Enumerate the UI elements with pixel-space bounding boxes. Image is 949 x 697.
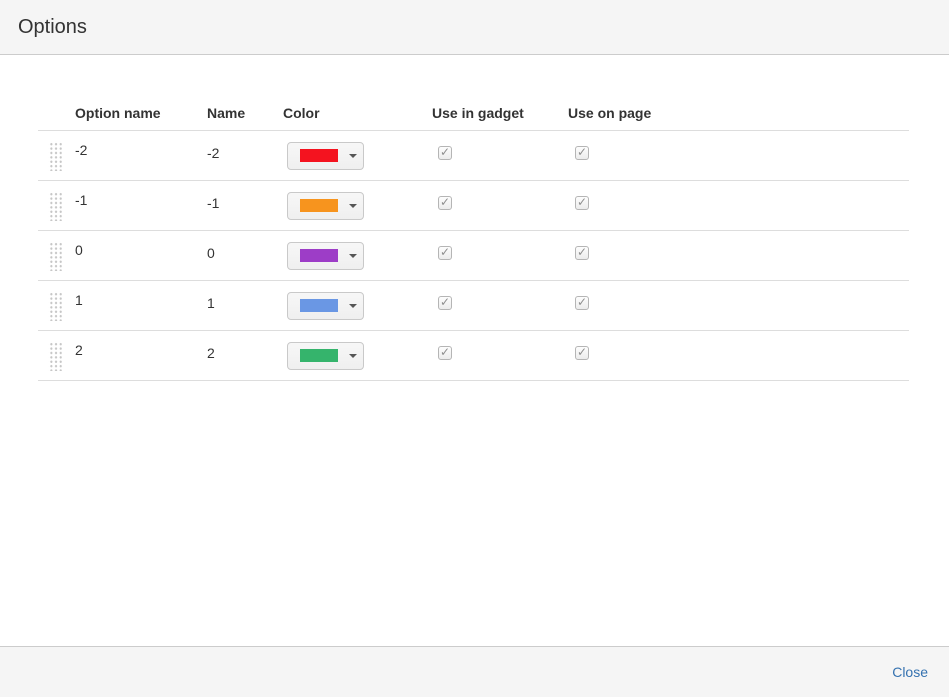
checkmark-icon: ✓ xyxy=(440,196,450,208)
option-name-value: -2 xyxy=(75,142,87,158)
checkmark-icon: ✓ xyxy=(577,146,587,158)
table-row: 1 1 ✓ ✓ xyxy=(38,281,909,331)
use-in-gadget-checkbox[interactable]: ✓ xyxy=(438,346,452,360)
drag-handle-icon[interactable] xyxy=(48,341,62,371)
table-row: -2 -2 ✓ ✓ xyxy=(38,131,909,181)
chevron-down-icon xyxy=(349,204,357,208)
color-swatch xyxy=(300,249,338,262)
chevron-down-icon xyxy=(349,254,357,258)
option-name-value: 1 xyxy=(75,292,83,308)
drag-handle-icon[interactable] xyxy=(48,191,62,221)
color-dropdown[interactable] xyxy=(287,142,364,170)
name-value: -2 xyxy=(207,145,219,161)
color-swatch xyxy=(300,199,338,212)
color-dropdown[interactable] xyxy=(287,242,364,270)
color-swatch xyxy=(300,149,338,162)
use-on-page-checkbox[interactable]: ✓ xyxy=(575,146,589,160)
use-in-gadget-checkbox[interactable]: ✓ xyxy=(438,246,452,260)
close-button[interactable]: Close xyxy=(892,664,928,680)
name-value: 1 xyxy=(207,295,215,311)
use-in-gadget-checkbox[interactable]: ✓ xyxy=(438,296,452,310)
color-dropdown[interactable] xyxy=(287,342,364,370)
column-header-name: Name xyxy=(207,105,283,131)
name-value: -1 xyxy=(207,195,219,211)
dialog-body: Option name Name Color Use in gadget Use… xyxy=(0,55,949,381)
option-name-value: 2 xyxy=(75,342,83,358)
page-title: Options xyxy=(18,16,87,39)
option-name-value: -1 xyxy=(75,192,87,208)
name-value: 2 xyxy=(207,345,215,361)
checkmark-icon: ✓ xyxy=(577,246,587,258)
column-header-use-in-gadget: Use in gadget xyxy=(432,105,568,131)
drag-handle-icon[interactable] xyxy=(48,291,62,321)
checkmark-icon: ✓ xyxy=(577,296,587,308)
use-on-page-checkbox[interactable]: ✓ xyxy=(575,246,589,260)
checkmark-icon: ✓ xyxy=(440,246,450,258)
column-header-use-on-page: Use on page xyxy=(568,105,909,131)
use-on-page-checkbox[interactable]: ✓ xyxy=(575,196,589,210)
dialog-footer: Close xyxy=(0,646,949,697)
color-dropdown[interactable] xyxy=(287,192,364,220)
column-header-option-name: Option name xyxy=(75,105,207,131)
table-header-row: Option name Name Color Use in gadget Use… xyxy=(38,105,909,131)
use-in-gadget-checkbox[interactable]: ✓ xyxy=(438,146,452,160)
checkmark-icon: ✓ xyxy=(440,296,450,308)
options-table: Option name Name Color Use in gadget Use… xyxy=(38,105,909,381)
chevron-down-icon xyxy=(349,154,357,158)
drag-handle-icon[interactable] xyxy=(48,141,62,171)
checkmark-icon: ✓ xyxy=(577,346,587,358)
table-row: -1 -1 ✓ ✓ xyxy=(38,181,909,231)
checkmark-icon: ✓ xyxy=(577,196,587,208)
chevron-down-icon xyxy=(349,354,357,358)
color-swatch xyxy=(300,349,338,362)
name-value: 0 xyxy=(207,245,215,261)
use-in-gadget-checkbox[interactable]: ✓ xyxy=(438,196,452,210)
drag-handle-icon[interactable] xyxy=(48,241,62,271)
checkmark-icon: ✓ xyxy=(440,146,450,158)
checkmark-icon: ✓ xyxy=(440,346,450,358)
color-swatch xyxy=(300,299,338,312)
chevron-down-icon xyxy=(349,304,357,308)
color-dropdown[interactable] xyxy=(287,292,364,320)
column-header-drag xyxy=(38,105,75,131)
table-row: 0 0 ✓ ✓ xyxy=(38,231,909,281)
table-row: 2 2 ✓ ✓ xyxy=(38,331,909,381)
dialog-header: Options xyxy=(0,0,949,55)
option-name-value: 0 xyxy=(75,242,83,258)
use-on-page-checkbox[interactable]: ✓ xyxy=(575,346,589,360)
use-on-page-checkbox[interactable]: ✓ xyxy=(575,296,589,310)
column-header-color: Color xyxy=(283,105,432,131)
